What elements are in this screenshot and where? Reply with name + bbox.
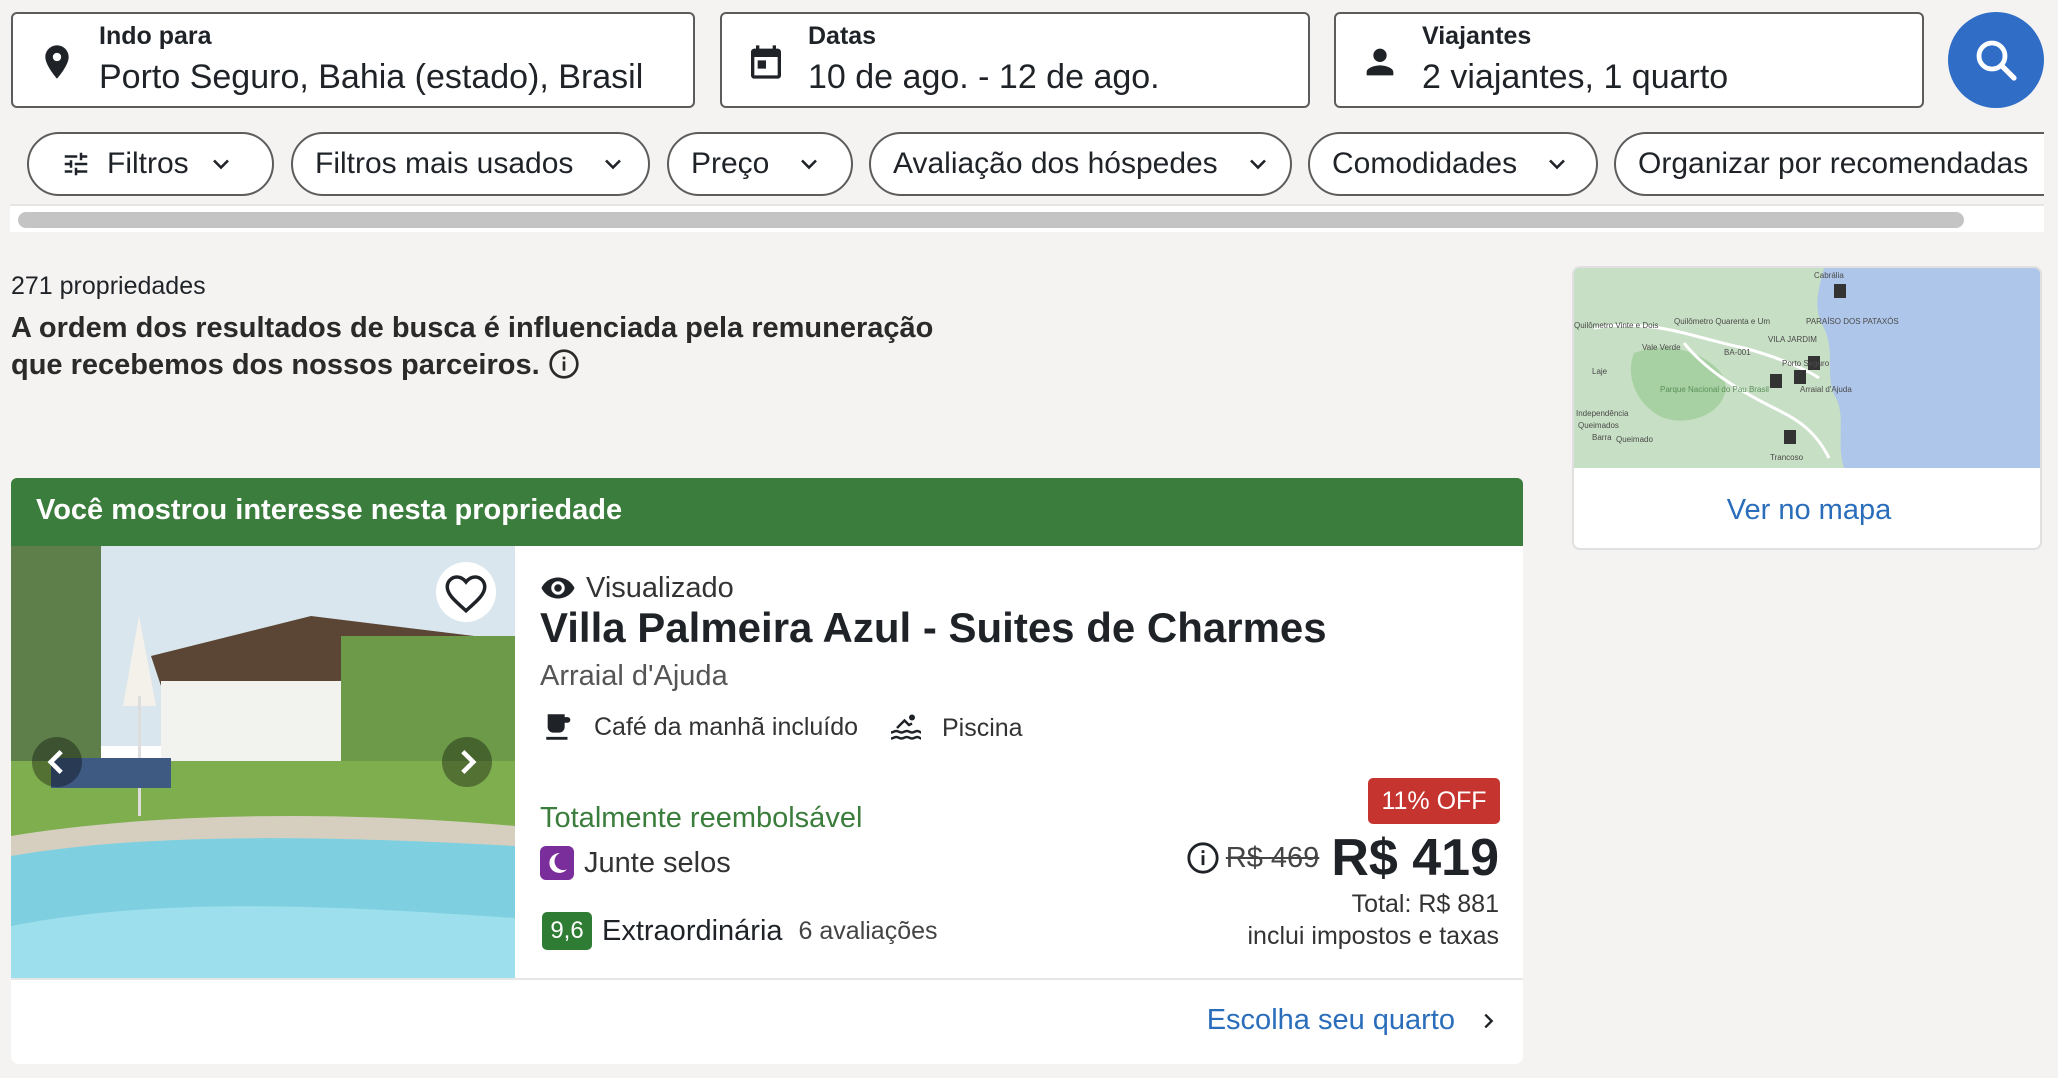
filter-chip-mais-usados[interactable]: Filtros mais usados: [291, 132, 650, 196]
map-label: Vale Verde: [1642, 343, 1681, 352]
choose-room-link[interactable]: Escolha seu quarto: [1207, 1004, 1499, 1037]
next-photo-button[interactable]: [442, 737, 492, 787]
destination-value[interactable]: Porto Seguro, Bahia (estado), Brasil: [99, 58, 643, 97]
ranking-disclaimer: A ordem dos resultados de busca é influe…: [11, 310, 971, 384]
travelers-field[interactable]: Viajantes 2 viajantes, 1 quarto: [1334, 12, 1924, 108]
total-price: Total: R$ 881: [1351, 890, 1499, 918]
dates-value[interactable]: 10 de ago. - 12 de ago.: [808, 58, 1160, 97]
current-price: R$ 419: [1331, 829, 1499, 887]
chevron-right-icon: [1484, 1013, 1494, 1028]
map-label: BA-001: [1724, 348, 1751, 357]
travelers-label: Viajantes: [1422, 22, 1532, 50]
travelers-value[interactable]: 2 viajantes, 1 quarto: [1422, 58, 1728, 97]
amenity-label: Piscina: [942, 713, 1023, 742]
coffee-icon: [546, 714, 571, 740]
stamps-label: Junte selos: [584, 846, 731, 879]
map-label: Arraial d'Ajuda: [1800, 385, 1852, 394]
rating-score-badge: 9,6: [542, 912, 592, 950]
filter-chip-label: Avaliação dos hóspedes: [893, 147, 1218, 180]
rating-label: Extraordinária: [602, 914, 783, 947]
amenity-label: Café da manhã incluído: [594, 712, 859, 741]
price-row: R$ 469 R$ 419: [1186, 828, 1499, 888]
property-name[interactable]: Villa Palmeira Azul - Suites de Charmes: [540, 604, 1327, 652]
save-favorite-button[interactable]: [436, 562, 496, 622]
filter-scrollbar-thumb[interactable]: [18, 212, 1964, 228]
map-card[interactable]: Cabrália Quilômetro Vinte e Dois Quilôme…: [1572, 266, 2042, 550]
location-pin-icon: [45, 45, 69, 79]
sort-chip[interactable]: Organizar por recomendadas: [1614, 132, 2044, 196]
map-label: Porto Seguro: [1782, 359, 1830, 368]
map-label: PARAÍSO DOS PATAXÓS: [1806, 317, 1899, 326]
map-label: Queimados: [1578, 421, 1619, 430]
filter-chip-label: Preço: [691, 147, 770, 180]
person-icon: [1366, 48, 1394, 76]
calendar-icon: [751, 45, 781, 79]
filter-chip-preco[interactable]: Preço: [667, 132, 853, 196]
results-count: 271 propriedades: [11, 272, 206, 300]
card-divider: [11, 978, 1523, 980]
sort-chip-label: Organizar por recomendadas: [1638, 147, 2029, 180]
choose-room-label: Escolha seu quarto: [1206, 1004, 1455, 1036]
map-label: Cabrália: [1814, 271, 1844, 280]
map-image: Cabrália Quilômetro Vinte e Dois Quilôme…: [1574, 268, 2040, 468]
map-label: Laje: [1592, 367, 1608, 376]
pool-icon: [890, 714, 922, 740]
hotel-pin-icon[interactable]: [1770, 374, 1782, 388]
chevron-down-icon: [801, 159, 818, 170]
guest-rating: 9,6 Extraordinária 6 avaliações: [542, 912, 938, 950]
discount-badge: 11% OFF: [1368, 778, 1500, 824]
filter-chip-comodidades[interactable]: Comodidades: [1308, 132, 1598, 196]
filter-chip-label: Filtros: [107, 147, 189, 180]
map-label: Trancoso: [1770, 453, 1804, 462]
search-button[interactable]: [1948, 12, 2044, 108]
interest-banner: Você mostrou interesse nesta propriedade: [11, 478, 1523, 546]
tune-icon: [64, 152, 88, 176]
chevron-down-icon: [1249, 159, 1266, 170]
property-location: Arraial d'Ajuda: [540, 660, 728, 692]
heart-icon: [445, 575, 487, 614]
refund-label: Totalmente reembolsável: [540, 802, 863, 834]
map-label: Independência: [1576, 409, 1629, 418]
previous-photo-button[interactable]: [32, 737, 82, 787]
interest-banner-text: Você mostrou interesse nesta propriedade: [36, 494, 623, 526]
chevron-left-icon: [47, 749, 63, 775]
map-label: Barra: [1592, 433, 1612, 442]
moon-icon: [540, 846, 574, 880]
hotel-pin-icon[interactable]: [1834, 284, 1846, 298]
filter-chip-label: Filtros mais usados: [315, 147, 574, 180]
hotel-pin-icon[interactable]: [1794, 370, 1806, 384]
info-icon[interactable]: [548, 348, 580, 380]
map-label: Parque Nacional do Pau Brasil: [1660, 385, 1769, 394]
viewed-indicator: Visualizado: [540, 570, 734, 606]
map-label: Quilômetro Vinte e Dois: [1574, 321, 1658, 330]
map-preview[interactable]: Cabrália Quilômetro Vinte e Dois Quilôme…: [1574, 268, 2040, 468]
hotel-pin-icon[interactable]: [1784, 430, 1796, 444]
chevron-down-icon: [1549, 159, 1566, 170]
amenity-breakfast: Café da manhã incluído: [542, 710, 858, 744]
info-icon[interactable]: [1186, 841, 1220, 875]
chevron-right-icon: [461, 749, 477, 775]
filter-chip-avaliacao[interactable]: Avaliação dos hóspedes: [869, 132, 1292, 196]
amenity-pool: Piscina: [888, 710, 1023, 746]
original-price: R$ 469: [1225, 841, 1320, 874]
map-label: VILA JARDIM: [1768, 335, 1817, 344]
map-label: Queimado: [1616, 435, 1653, 444]
destination-label: Indo para: [99, 22, 212, 50]
destination-field[interactable]: Indo para Porto Seguro, Bahia (estado), …: [11, 12, 695, 108]
eye-icon: [541, 577, 575, 599]
review-count[interactable]: 6 avaliações: [799, 917, 938, 946]
search-icon: [1976, 40, 2017, 81]
viewed-label: Visualizado: [586, 571, 734, 604]
dates-label: Datas: [808, 22, 877, 50]
view-map-link[interactable]: Ver no mapa: [1574, 494, 2040, 527]
map-label: Quilômetro Quarenta e Um: [1674, 317, 1770, 326]
filter-chip-filtros[interactable]: Filtros: [27, 132, 274, 196]
chevron-down-icon: [212, 159, 229, 170]
stamps-info: Junte selos: [540, 846, 731, 880]
taxes-note: inclui impostos e taxas: [1247, 922, 1499, 950]
dates-field[interactable]: Datas 10 de ago. - 12 de ago.: [720, 12, 1310, 108]
disclaimer-text: A ordem dos resultados de busca é influe…: [11, 312, 934, 381]
filter-chip-label: Comodidades: [1332, 147, 1518, 180]
chevron-down-icon: [605, 159, 622, 170]
